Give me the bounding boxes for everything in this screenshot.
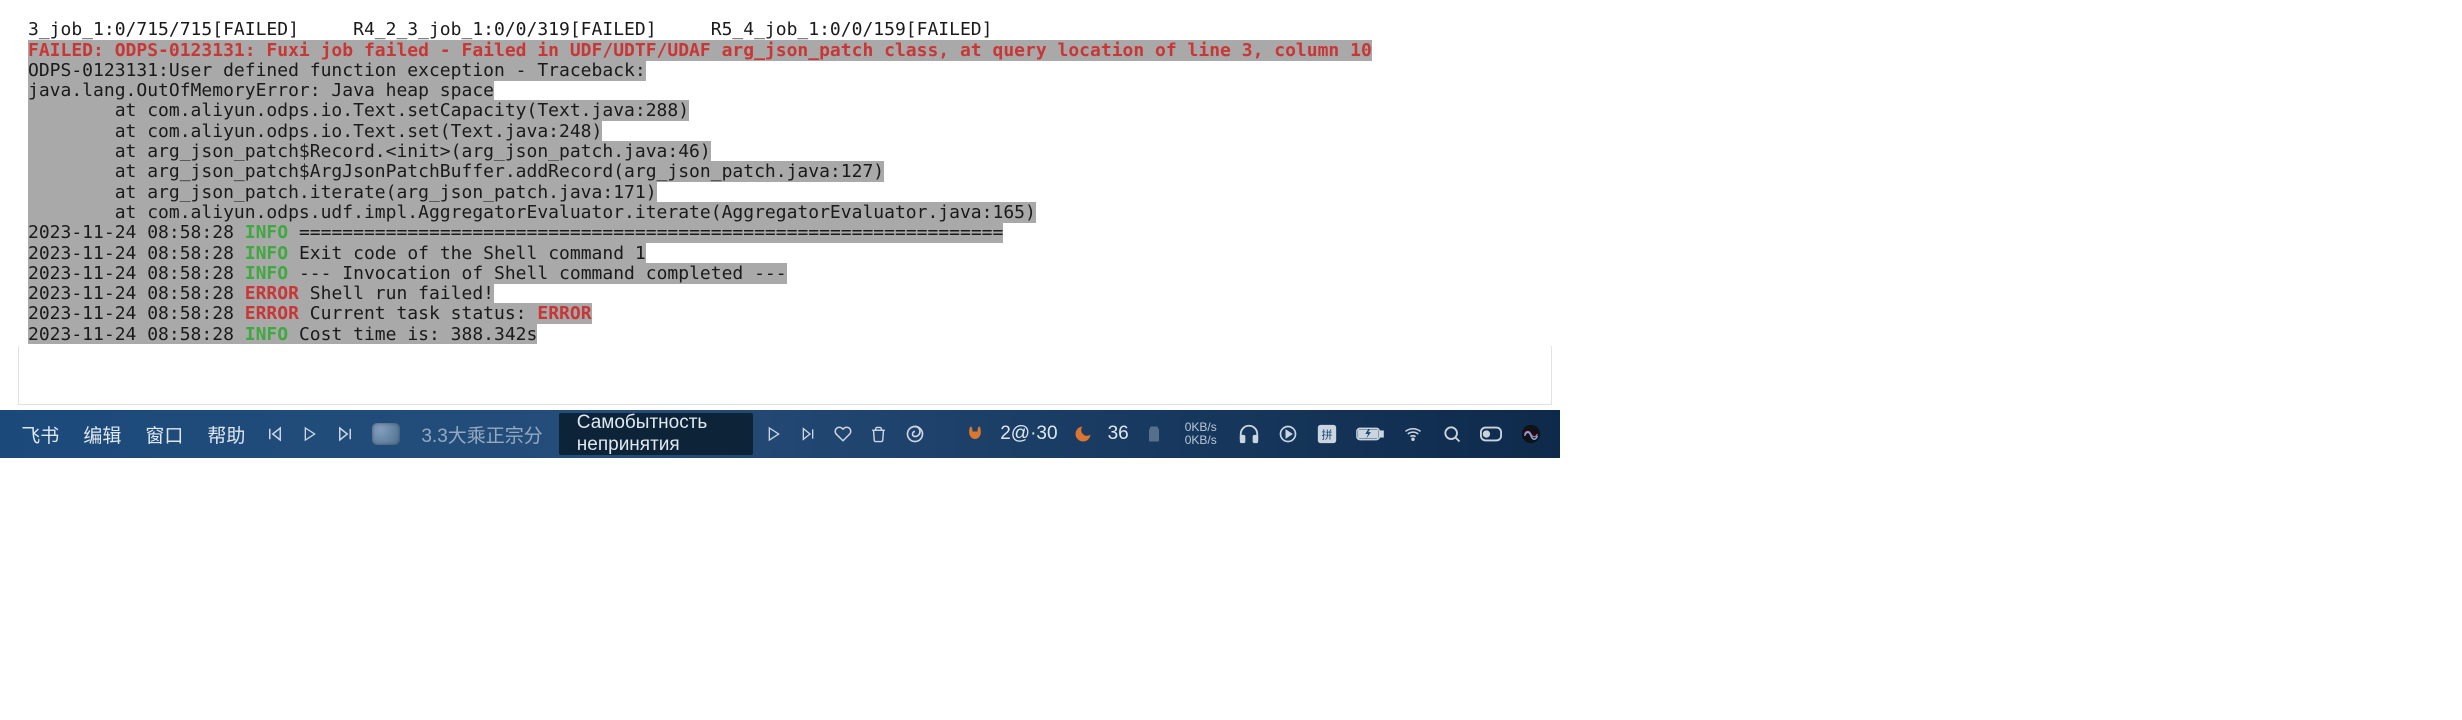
track-hint[interactable]: 3.3大乘正宗分 xyxy=(409,410,554,458)
log-output: 3_job_1:0/715/715[FAILED] R4_2_3_job_1:0… xyxy=(28,0,1538,352)
prev-track-icon[interactable] xyxy=(257,425,293,443)
record-icon[interactable] xyxy=(1269,424,1307,444)
stack-1: at com.aliyun.odps.io.Text.set(Text.java… xyxy=(28,121,602,142)
task-status-value: ERROR xyxy=(537,303,591,324)
pinyin-icon[interactable]: 拼 xyxy=(1307,423,1347,445)
lyrics-icon[interactable] xyxy=(363,423,409,445)
stack-0: at com.aliyun.odps.io.Text.setCapacity(T… xyxy=(28,100,689,121)
ts-1: 2023-11-24 08:58:28 xyxy=(28,222,234,243)
skip-icon[interactable] xyxy=(791,426,825,442)
ts-4: 2023-11-24 08:58:28 xyxy=(28,283,234,304)
net-rate-dn: 0KB/s xyxy=(1185,433,1217,447)
headphones-icon[interactable] xyxy=(1229,423,1269,445)
battery-icon[interactable] xyxy=(1347,426,1393,442)
ts-5: 2023-11-24 08:58:28 xyxy=(28,303,234,324)
panel-border xyxy=(18,346,1552,405)
info-tag-2: INFO xyxy=(245,243,288,264)
menu-help[interactable]: 帮助 xyxy=(195,410,257,458)
ts-3: 2023-11-24 08:58:28 xyxy=(28,263,234,284)
exit-code: Exit code of the Shell command 1 xyxy=(288,243,646,264)
odps-exception-line: ODPS-0123131:User defined function excep… xyxy=(28,60,646,81)
app-name[interactable]: 飞书 xyxy=(9,410,71,458)
oom-line: java.lang.OutOfMemoryError: Java heap sp… xyxy=(28,80,494,101)
cost-time: Cost time is: 388.342s xyxy=(288,324,537,345)
spiral-icon[interactable] xyxy=(896,424,934,444)
net-rate-up: 0KB/s xyxy=(1185,420,1217,434)
info-tag-1: INFO xyxy=(245,222,288,243)
bunny-icon[interactable] xyxy=(956,424,994,444)
now-playing-title[interactable]: Самобытность непринятия xyxy=(559,413,753,455)
system-taskbar: 飞书 编辑 窗口 帮助 3.3大乘正宗分 Самобытность неприн… xyxy=(0,410,1560,458)
trash-icon[interactable] xyxy=(861,426,896,443)
search-icon[interactable] xyxy=(1433,424,1471,444)
moon-icon[interactable] xyxy=(1064,424,1102,444)
menu-edit[interactable]: 编辑 xyxy=(71,410,133,458)
control-center-icon[interactable] xyxy=(1471,426,1511,442)
play2-icon[interactable] xyxy=(757,426,791,442)
task-status-prefix: Current task status: xyxy=(299,303,537,324)
invocation: --- Invocation of Shell command complete… xyxy=(288,263,787,284)
stack-5: at com.aliyun.odps.udf.impl.AggregatorEv… xyxy=(28,202,1036,223)
wifi-icon[interactable] xyxy=(1393,425,1433,443)
net-rate[interactable]: 0KB/s0KB/s xyxy=(1173,410,1229,458)
stat-2[interactable]: 36 xyxy=(1102,410,1135,458)
stat-1[interactable]: 2@·30 xyxy=(994,410,1063,458)
play-icon[interactable] xyxy=(293,426,327,442)
bag-icon[interactable] xyxy=(1135,424,1173,444)
divider: ========================================… xyxy=(288,222,1003,243)
jobs-status-line: 3_job_1:0/715/715[FAILED] R4_2_3_job_1:0… xyxy=(28,19,993,40)
shell-failed: Shell run failed! xyxy=(299,283,494,304)
menu-window[interactable]: 窗口 xyxy=(133,410,195,458)
ts-2: 2023-11-24 08:58:28 xyxy=(28,243,234,264)
failed-line: FAILED: ODPS-0123131: Fuxi job failed - … xyxy=(28,40,1372,61)
siri-icon[interactable] xyxy=(1511,423,1551,445)
svg-text:拼: 拼 xyxy=(1321,428,1332,442)
stack-2: at arg_json_patch$Record.<init>(arg_json… xyxy=(28,141,711,162)
info-tag-3: INFO xyxy=(245,263,288,284)
info-tag-4: INFO xyxy=(245,324,288,345)
heart-icon[interactable] xyxy=(825,425,861,443)
ts-6: 2023-11-24 08:58:28 xyxy=(28,324,234,345)
next-track-icon[interactable] xyxy=(327,425,363,443)
error-tag-2: ERROR xyxy=(245,303,299,324)
stack-3: at arg_json_patch$ArgJsonPatchBuffer.add… xyxy=(28,161,884,182)
error-tag-1: ERROR xyxy=(245,283,299,304)
stack-4: at arg_json_patch.iterate(arg_json_patch… xyxy=(28,182,657,203)
